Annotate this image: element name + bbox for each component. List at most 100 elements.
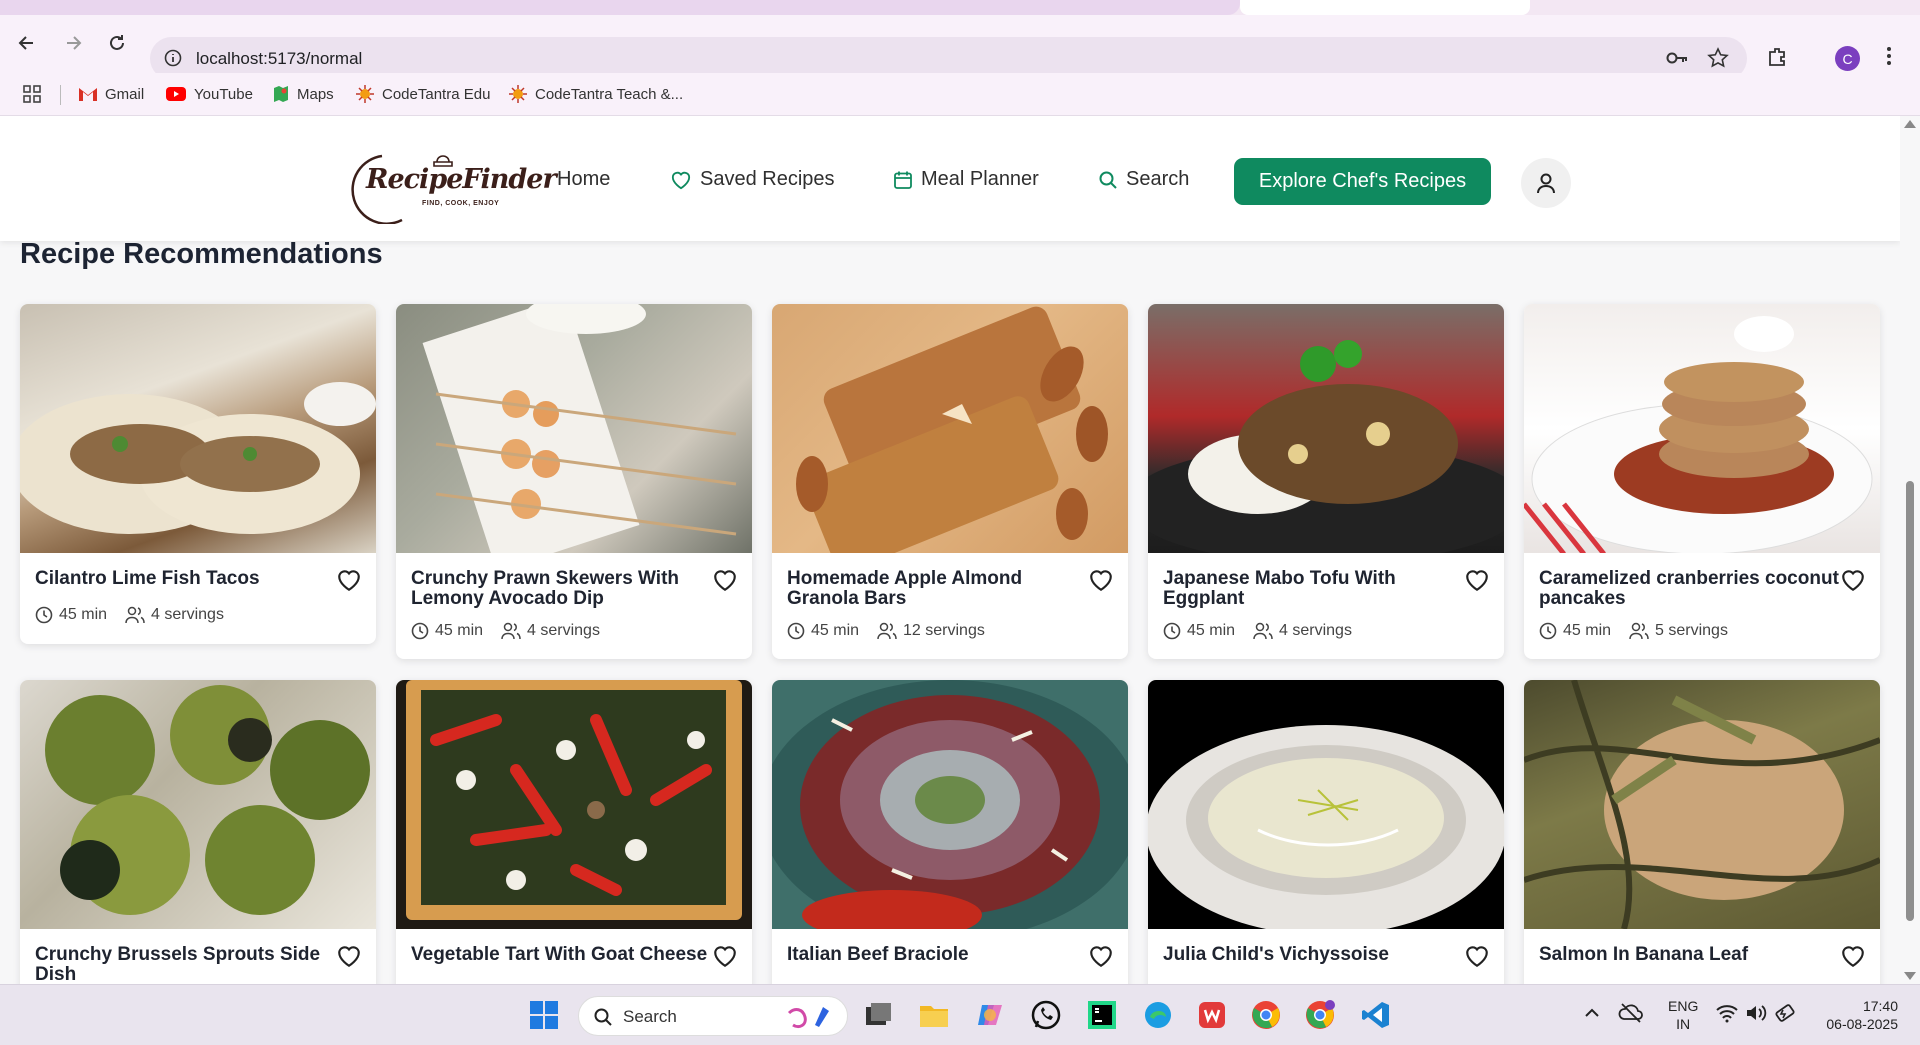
browser-tab-inactive[interactable] <box>0 0 1240 15</box>
battery-icon[interactable] <box>1773 1002 1805 1034</box>
recipe-card[interactable]: Julia Child's Vichyssoise <box>1148 680 1504 984</box>
recipe-time: 45 min <box>811 622 860 639</box>
recipe-image[interactable] <box>1148 304 1504 553</box>
recipe-title[interactable]: Julia Child's Vichyssoise <box>1163 945 1463 965</box>
forward-icon[interactable] <box>58 28 88 58</box>
extensions-icon[interactable] <box>1766 45 1788 72</box>
profile-avatar[interactable]: C <box>1835 46 1860 71</box>
recipe-card[interactable]: Salmon In Banana Leaf <box>1524 680 1880 984</box>
recipe-title[interactable]: Homemade Apple Almond Granola Bars <box>787 569 1087 609</box>
apps-grid-icon[interactable] <box>22 83 42 105</box>
password-key-icon[interactable] <box>1665 49 1689 72</box>
bookmark-youtube[interactable]: YouTube <box>165 83 253 105</box>
language-indicator[interactable]: ENG IN <box>1668 997 1698 1033</box>
recipe-image[interactable] <box>20 680 376 929</box>
recipe-title[interactable]: Crunchy Brussels Sprouts Side Dish <box>35 945 335 985</box>
chevron-up-icon[interactable] <box>1580 1001 1612 1033</box>
scroll-thumb[interactable] <box>1906 481 1914 921</box>
recipe-card[interactable]: Crunchy Brussels Sprouts Side Dish <box>20 680 376 984</box>
heart-icon <box>671 171 691 189</box>
recipe-card[interactable]: Crunchy Prawn Skewers With Lemony Avocad… <box>396 304 752 659</box>
heart-icon[interactable] <box>1840 944 1866 968</box>
windows-taskbar: Search ENG IN 17:40 06-08-2025 <box>0 984 1920 1045</box>
recipe-card[interactable]: Homemade Apple Almond Granola Bars 45 mi… <box>772 304 1128 659</box>
section-title: Recipe Recommendations <box>20 238 383 270</box>
nav-home[interactable]: Home <box>557 168 610 191</box>
bookmark-codetantra-edu[interactable]: CodeTantra Edu <box>355 83 490 105</box>
recipe-card[interactable]: Japanese Mabo Tofu With Eggplant 45 min … <box>1148 304 1504 659</box>
recipe-image[interactable] <box>1524 304 1880 553</box>
explore-chefs-recipes-button[interactable]: Explore Chef's Recipes <box>1234 158 1491 205</box>
reload-icon[interactable] <box>102 28 132 58</box>
heart-icon[interactable] <box>712 568 738 592</box>
user-profile-button[interactable] <box>1521 158 1571 208</box>
heart-icon[interactable] <box>336 944 362 968</box>
task-view-icon[interactable] <box>862 999 894 1031</box>
clock[interactable]: 17:40 06-08-2025 <box>1818 997 1898 1033</box>
calendar-icon <box>894 171 912 189</box>
recipe-image[interactable] <box>1524 680 1880 929</box>
recipe-image[interactable] <box>396 680 752 929</box>
recipe-card[interactable]: Cilantro Lime Fish Tacos 45 min 4 servin… <box>20 304 376 644</box>
pycharm-icon[interactable] <box>1086 999 1118 1031</box>
recipe-card[interactable]: Caramelized cranberries coconut pancakes… <box>1524 304 1880 659</box>
nav-saved-label: Saved Recipes <box>700 168 835 190</box>
wps-office-icon[interactable] <box>1196 999 1228 1031</box>
site-info-icon[interactable] <box>164 49 182 72</box>
copilot-icon[interactable] <box>974 999 1006 1031</box>
bookmark-label: YouTube <box>194 85 253 103</box>
recipe-image[interactable] <box>20 304 376 553</box>
bookmark-star-icon[interactable] <box>1707 47 1729 74</box>
recipe-image[interactable] <box>772 304 1128 553</box>
bookmark-label: Maps <box>297 85 334 103</box>
scroll-down-arrow[interactable] <box>1904 972 1916 980</box>
scroll-up-arrow[interactable] <box>1904 120 1916 128</box>
taskbar-search-label: Search <box>623 1007 677 1026</box>
recipe-image[interactable] <box>396 304 752 553</box>
wifi-icon[interactable] <box>1715 1002 1747 1034</box>
heart-icon[interactable] <box>1840 568 1866 592</box>
taskbar-search[interactable]: Search <box>578 996 848 1036</box>
nav-saved-recipes[interactable]: Saved Recipes <box>670 168 835 191</box>
chrome-icon[interactable] <box>1250 999 1282 1031</box>
edge-icon[interactable] <box>1142 999 1174 1031</box>
users-icon <box>125 606 145 624</box>
vscode-icon[interactable] <box>1360 999 1392 1031</box>
recipe-image[interactable] <box>772 680 1128 929</box>
page-scrollbar[interactable] <box>1900 116 1920 984</box>
nav-search[interactable]: Search <box>1098 168 1189 191</box>
heart-icon[interactable] <box>1088 568 1114 592</box>
recipe-title[interactable]: Vegetable Tart With Goat Cheese <box>411 945 711 965</box>
heart-icon[interactable] <box>1464 944 1490 968</box>
recipe-card[interactable]: Vegetable Tart With Goat Cheese <box>396 680 752 984</box>
recipe-title[interactable]: Crunchy Prawn Skewers With Lemony Avocad… <box>411 569 711 609</box>
chrome-profile-icon[interactable] <box>1304 999 1336 1031</box>
recipe-title[interactable]: Caramelized cranberries coconut pancakes <box>1539 569 1839 609</box>
recipe-finder-logo[interactable]: RecipeFinder FIND, COOK, ENJOY <box>342 144 557 224</box>
nav-home-label: Home <box>557 168 611 190</box>
heart-icon[interactable] <box>712 944 738 968</box>
recipe-title[interactable]: Italian Beef Braciole <box>787 945 1087 965</box>
page-viewport: RecipeFinder FIND, COOK, ENJOY Home Save… <box>0 116 1900 984</box>
recipe-title[interactable]: Japanese Mabo Tofu With Eggplant <box>1163 569 1463 609</box>
bookmark-maps[interactable]: Maps <box>272 83 334 105</box>
file-explorer-icon[interactable] <box>918 999 950 1031</box>
whatsapp-icon[interactable] <box>1030 999 1062 1031</box>
back-icon[interactable] <box>12 28 42 58</box>
recipe-title[interactable]: Cilantro Lime Fish Tacos <box>35 569 335 589</box>
heart-icon[interactable] <box>1088 944 1114 968</box>
onedrive-offline-icon[interactable] <box>1618 1001 1650 1033</box>
url-text[interactable]: localhost:5173/normal <box>196 49 362 69</box>
heart-icon[interactable] <box>1464 568 1490 592</box>
recipe-card[interactable]: Italian Beef Braciole <box>772 680 1128 984</box>
browser-menu-icon[interactable] <box>1885 45 1893 72</box>
recipe-image[interactable] <box>1148 680 1504 929</box>
bookmark-gmail[interactable]: Gmail <box>78 83 144 105</box>
recipe-title[interactable]: Salmon In Banana Leaf <box>1539 945 1839 965</box>
heart-icon[interactable] <box>336 568 362 592</box>
bookmark-codetantra-teach[interactable]: CodeTantra Teach &... <box>508 83 683 105</box>
browser-tab-active[interactable] <box>1240 0 1530 15</box>
nav-meal-planner[interactable]: Meal Planner <box>893 168 1039 191</box>
volume-icon[interactable] <box>1744 1002 1776 1034</box>
windows-start-icon[interactable] <box>528 999 560 1031</box>
